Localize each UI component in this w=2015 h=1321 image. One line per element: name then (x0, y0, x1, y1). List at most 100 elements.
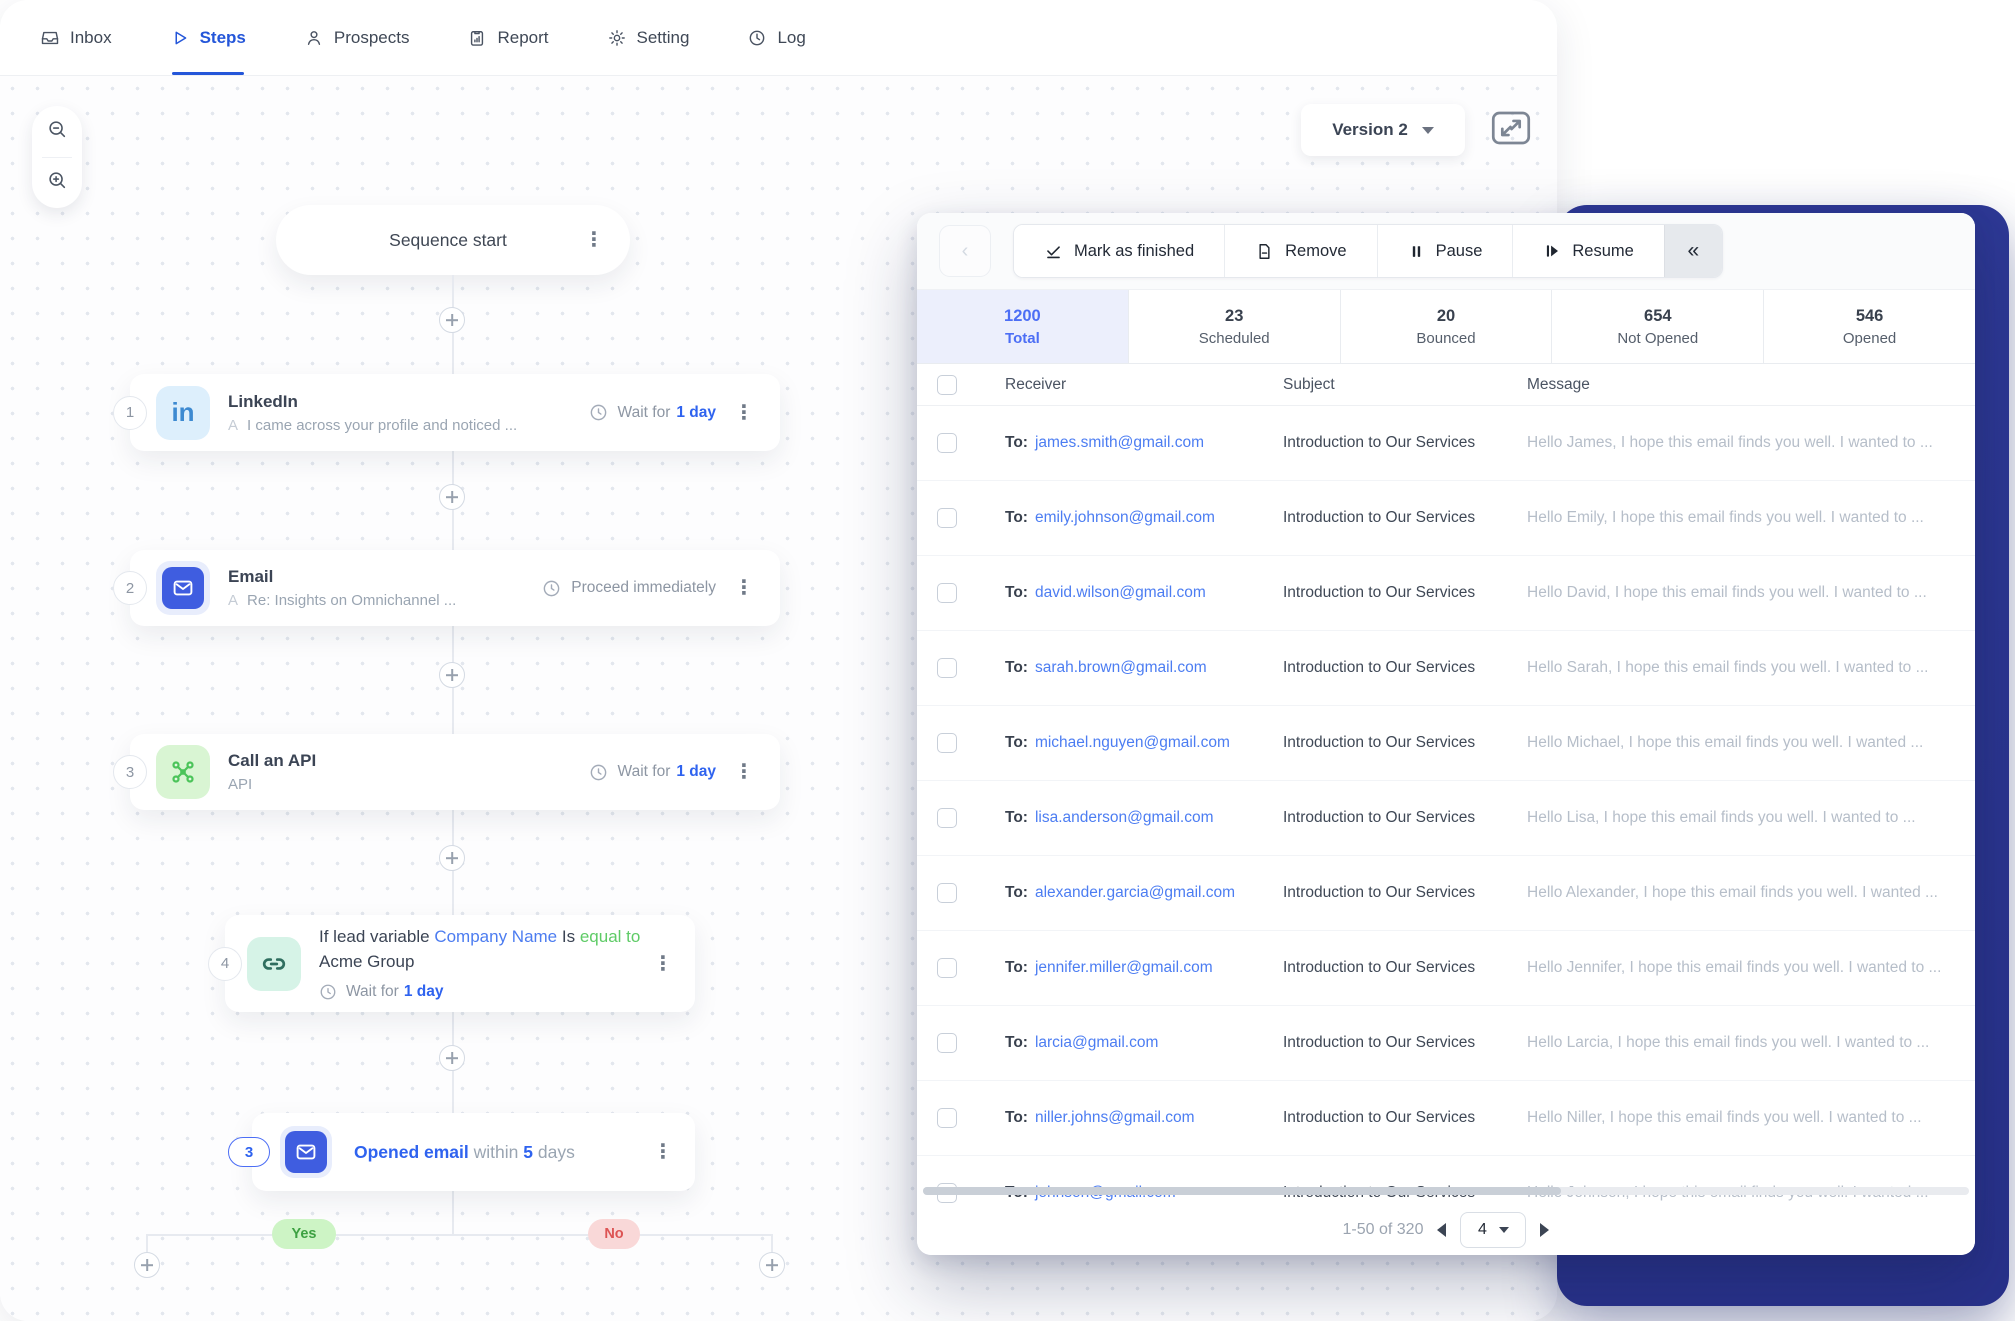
table-row[interactable]: To:michael.nguyen@gmail.com Introduction… (917, 706, 1975, 781)
nav-tab-log[interactable]: Log (747, 0, 805, 75)
more-menu-icon[interactable]: ⋮ (645, 954, 695, 974)
nav-tab-report[interactable]: Report (467, 0, 548, 75)
pause-icon (1408, 243, 1425, 260)
row-checkbox[interactable] (937, 1108, 957, 1128)
condition-variable[interactable]: Company Name (434, 927, 557, 946)
table-row[interactable]: To:david.wilson@gmail.com Introduction t… (917, 556, 1975, 631)
receiver-email-link[interactable]: emily.johnson@gmail.com (1035, 509, 1215, 526)
table-row[interactable]: To:niller.johns@gmail.com Introduction t… (917, 1081, 1975, 1156)
collapse-panel-button[interactable]: « (1664, 225, 1722, 277)
table-row[interactable]: To:sarah.brown@gmail.com Introduction to… (917, 631, 1975, 706)
scrollbar-thumb[interactable] (923, 1187, 1561, 1195)
row-checkbox[interactable] (937, 433, 957, 453)
receiver-email-link[interactable]: jennifer.miller@gmail.com (1035, 959, 1213, 976)
step-card-email[interactable]: 2 Email ARe: Insights on Omnichannel ...… (130, 550, 780, 626)
nav-tab-prospects[interactable]: Prospects (304, 0, 410, 75)
wait-value[interactable]: 1 day (676, 404, 716, 422)
panel-drag-handle[interactable]: ‹ (939, 225, 991, 277)
mark-as-finished-button[interactable]: Mark as finished (1014, 225, 1224, 277)
version-dropdown[interactable]: Version 2 (1301, 104, 1465, 156)
receiver-email-link[interactable]: niller.johns@gmail.com (1035, 1109, 1195, 1126)
expand-icon (1489, 109, 1533, 152)
row-checkbox[interactable] (937, 1033, 957, 1053)
chevron-down-icon (1499, 1227, 1509, 1233)
zoom-in-button[interactable] (34, 162, 80, 204)
more-menu-icon[interactable]: ⋮ (726, 403, 776, 423)
column-header-subject: Subject (1283, 376, 1527, 394)
add-step-button[interactable] (439, 662, 465, 688)
table-row[interactable]: To:johnson@gmail.com Introduction to Our… (917, 1156, 1975, 1205)
pause-button[interactable]: Pause (1377, 225, 1513, 277)
table-row[interactable]: To:alexander.garcia@gmail.com Introducti… (917, 856, 1975, 931)
row-checkbox[interactable] (937, 883, 957, 903)
step-card-condition[interactable]: 4 If lead variable Company Name Is equal… (225, 915, 695, 1012)
more-menu-icon[interactable]: ⋮ (645, 1142, 695, 1162)
linkedin-icon: in (156, 386, 210, 440)
sequence-start-node[interactable]: Sequence start ⋮ (276, 205, 630, 275)
remove-button[interactable]: Remove (1224, 225, 1376, 277)
next-page-icon[interactable] (1540, 1223, 1549, 1237)
receiver-email-link[interactable]: james.smith@gmail.com (1035, 434, 1204, 451)
row-checkbox[interactable] (937, 508, 957, 528)
stat-tab-scheduled[interactable]: 23 Scheduled (1129, 290, 1341, 363)
stat-tab-bounced[interactable]: 20 Bounced (1341, 290, 1553, 363)
nav-tab-inbox[interactable]: Inbox (40, 0, 112, 75)
row-checkbox[interactable] (937, 583, 957, 603)
steps-icon (170, 28, 190, 48)
to-label: To: (1005, 584, 1028, 601)
row-checkbox[interactable] (937, 733, 957, 753)
more-menu-icon[interactable]: ⋮ (726, 578, 776, 598)
button-label: Mark as finished (1074, 242, 1194, 261)
receiver-email-link[interactable]: michael.nguyen@gmail.com (1035, 734, 1230, 751)
add-step-button-no-branch[interactable] (759, 1252, 785, 1278)
receiver-email-link[interactable]: david.wilson@gmail.com (1035, 584, 1206, 601)
receiver-email-link[interactable]: sarah.brown@gmail.com (1035, 659, 1207, 676)
select-all-checkbox[interactable] (937, 375, 957, 395)
table-row[interactable]: To:jennifer.miller@gmail.com Introductio… (917, 931, 1975, 1006)
condition-value: Acme Group (319, 952, 414, 971)
receiver-cell: To:lisa.anderson@gmail.com (1005, 809, 1283, 827)
receiver-email-link[interactable]: alexander.garcia@gmail.com (1035, 884, 1235, 901)
table-row[interactable]: To:larcia@gmail.com Introduction to Our … (917, 1006, 1975, 1081)
nav-tab-steps[interactable]: Steps (170, 0, 246, 75)
receiver-email-link[interactable]: lisa.anderson@gmail.com (1035, 809, 1214, 826)
trigger-action[interactable]: Opened email (354, 1142, 469, 1162)
table-row[interactable]: To:lisa.anderson@gmail.com Introduction … (917, 781, 1975, 856)
step-card-linkedin[interactable]: 1 in LinkedIn AI came across your profil… (130, 374, 780, 451)
table-row[interactable]: To:emily.johnson@gmail.com Introduction … (917, 481, 1975, 556)
horizontal-scrollbar[interactable] (923, 1187, 1969, 1195)
stat-tab-opened[interactable]: 546 Opened (1764, 290, 1975, 363)
zoom-out-button[interactable] (34, 110, 80, 152)
wait-value[interactable]: 1 day (676, 763, 716, 781)
row-checkbox[interactable] (937, 958, 957, 978)
row-checkbox[interactable] (937, 808, 957, 828)
table-body: To:james.smith@gmail.com Introduction to… (917, 406, 1975, 1205)
fullscreen-button[interactable] (1486, 109, 1536, 151)
step-number-badge: 3 (113, 755, 147, 789)
stat-tab-not-opened[interactable]: 654 Not Opened (1552, 290, 1764, 363)
add-step-button[interactable] (439, 484, 465, 510)
wait-value[interactable]: 1 day (404, 980, 444, 1003)
step-texts: LinkedIn AI came across your profile and… (228, 392, 517, 434)
trigger-value[interactable]: 5 (523, 1142, 533, 1162)
step-card-api[interactable]: 3 Call an API API Wait for 1 day ⋮ (130, 734, 780, 810)
add-step-button[interactable] (439, 307, 465, 333)
step-timing: Wait for 1 day ⋮ (589, 403, 780, 423)
page-select[interactable]: 4 (1460, 1212, 1526, 1248)
nav-tab-setting[interactable]: Setting (607, 0, 690, 75)
add-step-button[interactable] (439, 845, 465, 871)
receiver-email-link[interactable]: larcia@gmail.com (1035, 1034, 1158, 1051)
sequence-start-label: Sequence start (276, 230, 584, 251)
previous-page-icon[interactable] (1437, 1223, 1446, 1237)
stat-tab-total[interactable]: 1200 Total (917, 290, 1129, 363)
table-row[interactable]: To:james.smith@gmail.com Introduction to… (917, 406, 1975, 481)
add-step-button[interactable] (439, 1045, 465, 1071)
more-menu-icon[interactable]: ⋮ (584, 230, 630, 250)
resume-button[interactable]: Resume (1512, 225, 1663, 277)
row-checkbox[interactable] (937, 658, 957, 678)
message-cell: Hello Jennifer, I hope this email finds … (1527, 959, 1975, 977)
add-step-button-yes-branch[interactable] (134, 1252, 160, 1278)
more-menu-icon[interactable]: ⋮ (726, 762, 776, 782)
step-timing: Proceed immediately ⋮ (542, 578, 780, 598)
step-card-opened-email[interactable]: 3 Opened email within 5 days ⋮ (252, 1113, 695, 1191)
